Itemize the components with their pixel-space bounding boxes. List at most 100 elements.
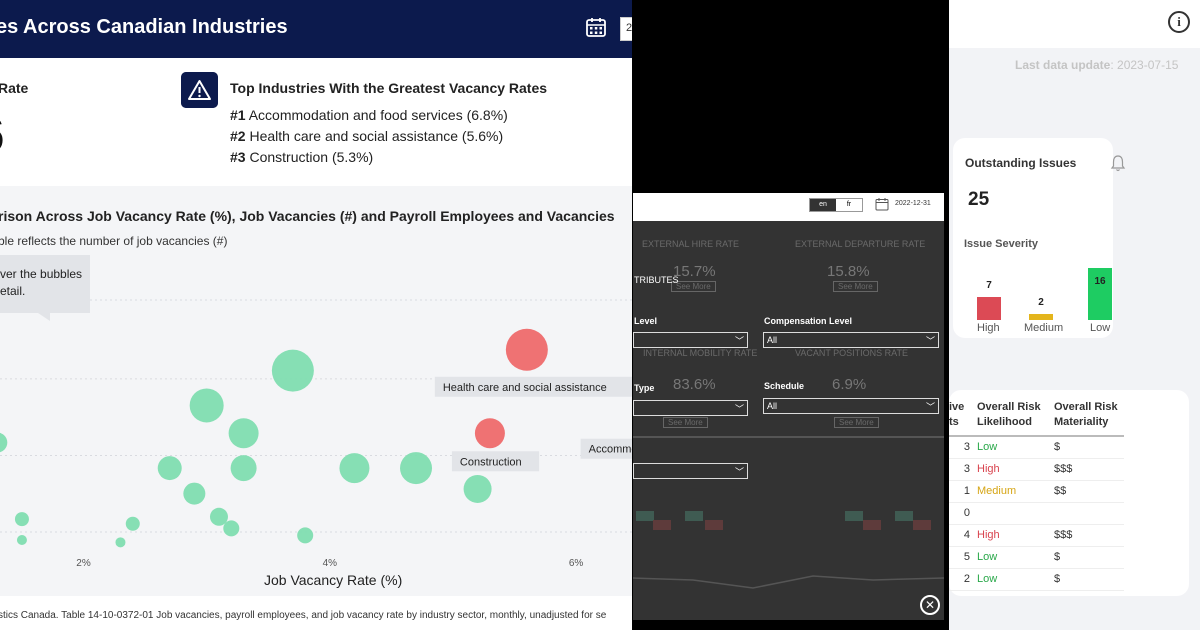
x-tick-label: 4% (323, 558, 338, 569)
select-value: All (767, 401, 778, 411)
likelihood-cell: Low (977, 546, 1054, 569)
severity-label: High (977, 322, 1000, 334)
severity-label: Low (1090, 322, 1111, 334)
top-industry-item: #3 Construction (5.3%) (230, 149, 373, 165)
table-header-row: ive ts Overall Risk Likelihood Overall R… (949, 398, 1124, 437)
kpi-value: 15.8% (827, 263, 870, 280)
tooltip-line: ver the bubbles (0, 267, 83, 281)
industry-bubble[interactable] (16, 535, 27, 545)
industry-bubble[interactable] (0, 432, 8, 453)
calendar-icon[interactable] (585, 16, 607, 38)
chart-bar (845, 511, 863, 521)
industry-bubble[interactable] (271, 349, 314, 392)
industry-bubble[interactable] (115, 537, 126, 548)
lang-en[interactable]: en (810, 199, 836, 211)
industry-bubble[interactable] (339, 453, 370, 484)
last-update: Last data update: 2023-07-15 (1015, 58, 1179, 72)
severity-bar[interactable] (977, 297, 1001, 320)
table-row[interactable]: 0 (949, 502, 1124, 525)
table-row[interactable]: 4 High $$$ (949, 524, 1124, 547)
type-select[interactable]: ﹀ (633, 400, 748, 416)
kpi-value: 15.7% (673, 263, 716, 280)
compensation-level-label: Compensation Level (764, 316, 853, 326)
dashboard-title: es Across Canadian Industries (0, 16, 288, 38)
annotation-label: Construction (451, 451, 540, 472)
language-toggle[interactable]: en fr (809, 198, 863, 212)
compensation-level-select[interactable]: All ﹀ (763, 332, 939, 348)
x-tick-label: 6% (569, 558, 584, 569)
chart-bar (653, 520, 671, 530)
top-industries-title: Top Industries With the Greatest Vacancy… (230, 80, 548, 96)
industry-bubble[interactable] (230, 455, 257, 482)
trend-line (633, 575, 944, 589)
chart-bar (895, 511, 913, 521)
chart-bar (636, 511, 654, 521)
issues-title: Outstanding Issues (965, 156, 1077, 170)
vacancy-dashboard: es Across Canadian Industries 2 Rate 6 T… (0, 0, 632, 630)
industry-bubble[interactable] (183, 482, 206, 505)
date-display: 2022-12-31 (895, 200, 931, 207)
materiality-cell: $$ (1054, 480, 1124, 503)
schedule-select[interactable]: All ﹀ (763, 398, 939, 414)
table-row[interactable]: 2 Low $ (949, 568, 1124, 591)
industry-bubble[interactable] (157, 456, 182, 481)
calendar-icon[interactable] (875, 197, 889, 211)
materiality-cell: $ (1054, 568, 1124, 591)
likelihood-cell: Medium (977, 480, 1054, 503)
severity-label: Medium (1024, 322, 1064, 334)
highlighted-bubble[interactable] (474, 418, 505, 449)
chevron-down-icon: ﹀ (734, 467, 744, 477)
industry-bubble[interactable] (14, 512, 29, 527)
industry-bubble[interactable] (223, 520, 240, 537)
close-button[interactable]: ✕ (920, 595, 940, 615)
industry-text: Accommodation and food services (6.8%) (248, 107, 508, 123)
hover-tooltip: ver the bubbles etail. (0, 255, 90, 321)
materiality-cell: $$$ (1054, 458, 1124, 481)
severity-bar[interactable] (1029, 313, 1053, 320)
lang-fr[interactable]: fr (836, 199, 862, 211)
materiality-cell: $ (1054, 546, 1124, 569)
table-row[interactable]: 3 Low $ (949, 436, 1124, 459)
level-select[interactable]: ﹀ (633, 332, 748, 348)
annotation-text: Health care and social assistance (443, 382, 607, 394)
industry-bubble[interactable] (297, 527, 314, 544)
severity-count: 7 (986, 280, 992, 292)
kpi-label: EXTERNAL DEPARTURE RATE (795, 239, 926, 249)
industry-bubble[interactable] (463, 474, 492, 503)
chart-subtitle: ble reflects the number of job vacancies… (0, 234, 228, 248)
table-row[interactable]: 5 Low $ (949, 546, 1124, 569)
risk-dashboard: i Last data update: 2023-07-15 Outstandi… (949, 0, 1200, 630)
dashboard-topbar: en fr 2022-12-31 (633, 193, 944, 221)
filter-select[interactable]: ﹀ (633, 463, 748, 479)
see-more-button[interactable]: See More (833, 281, 878, 292)
chevron-down-icon: ﹀ (734, 404, 744, 414)
issues-count: 25 (968, 189, 990, 210)
industry-bubble[interactable] (209, 507, 228, 526)
language-select[interactable]: 2 (620, 17, 632, 41)
table-row[interactable]: 1 Medium $$ (949, 480, 1124, 503)
industry-bubble[interactable] (125, 516, 140, 531)
issue-count-cell: 3 (949, 458, 977, 481)
info-icon[interactable]: i (1168, 11, 1190, 33)
industry-bubble[interactable] (400, 452, 433, 485)
table-row[interactable]: 3 High $$$ (949, 458, 1124, 481)
attributes-label: TRIBUTES (634, 275, 679, 285)
highlighted-bubble[interactable] (505, 328, 548, 371)
materiality-cell: $ (1054, 436, 1124, 459)
issue-count-cell: 2 (949, 568, 977, 591)
bell-icon[interactable] (1110, 154, 1126, 172)
screenshot-collage: es Across Canadian Industries 2 Rate 6 T… (0, 0, 1200, 630)
vacancy-rate-value: 6 (0, 108, 5, 163)
dashboard-header: es Across Canadian Industries 2 (0, 0, 632, 58)
industry-bubble[interactable] (228, 418, 259, 449)
kpi-label: EXTERNAL HIRE RATE (642, 239, 740, 249)
workforce-dashboard-overlay: en fr 2022-12-31 EXTERNAL HIRE RATE 15.7… (633, 193, 944, 620)
severity-count: 16 (1094, 276, 1106, 287)
top-industry-item: #2 Health care and social assistance (5.… (230, 128, 503, 144)
industry-bubble[interactable] (189, 388, 224, 423)
see-more-button[interactable]: See More (834, 417, 879, 428)
likelihood-cell: High (977, 524, 1054, 547)
x-tick-label: 2% (76, 558, 91, 569)
see-more-button[interactable]: See More (663, 417, 708, 428)
bubble-chart[interactable]: Health care and social assistance Constru… (0, 258, 632, 573)
